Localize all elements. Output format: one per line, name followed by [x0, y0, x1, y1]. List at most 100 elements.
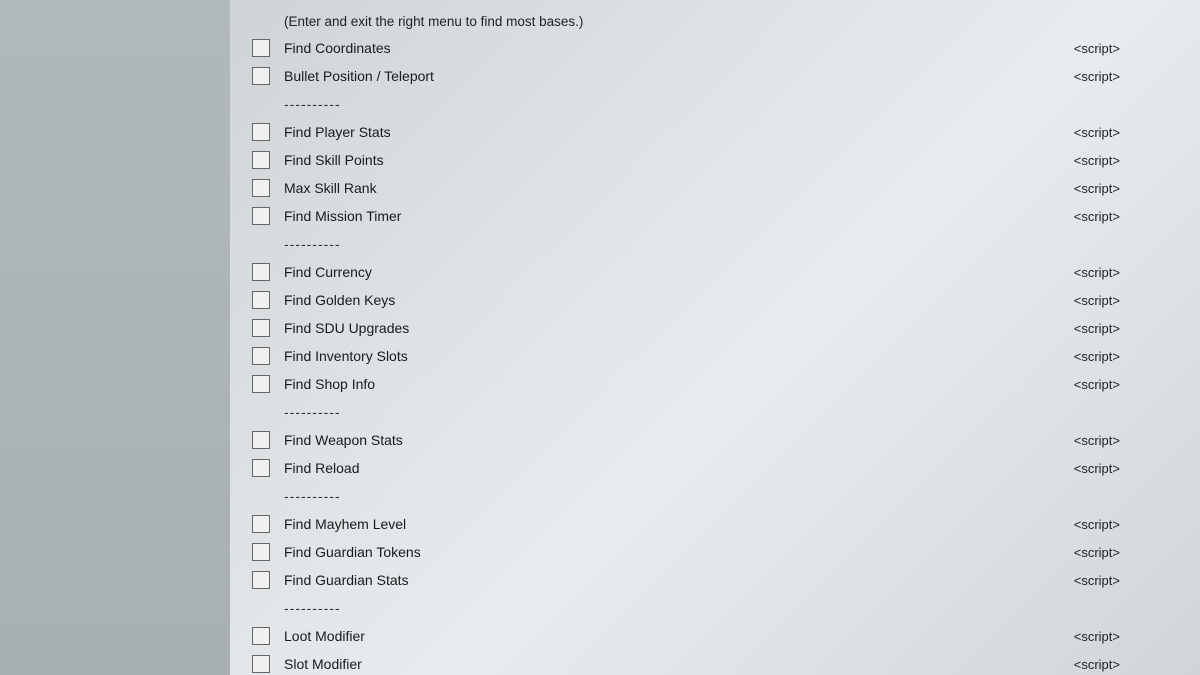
item-script: <script>: [1074, 545, 1180, 560]
item-label: Find Coordinates: [284, 40, 1074, 56]
checkbox-wrapper[interactable]: [250, 317, 272, 339]
items-container: Find Coordinates <script> Bullet Positio…: [250, 34, 1180, 675]
item-label: Find Guardian Stats: [284, 572, 1074, 588]
item-label: Find Weapon Stats: [284, 432, 1074, 448]
list-item: Find Golden Keys <script>: [250, 286, 1180, 314]
item-script: <script>: [1074, 657, 1180, 672]
main-content: (Enter and exit the right menu to find m…: [230, 0, 1200, 675]
checkbox-wrapper[interactable]: [250, 513, 272, 535]
item-script: <script>: [1074, 265, 1180, 280]
list-item: Find Inventory Slots <script>: [250, 342, 1180, 370]
checkbox-wrapper[interactable]: [250, 569, 272, 591]
item-checkbox[interactable]: [252, 123, 270, 141]
item-script: <script>: [1074, 517, 1180, 532]
item-checkbox[interactable]: [252, 655, 270, 673]
item-script: <script>: [1074, 349, 1180, 364]
checkbox-wrapper[interactable]: [250, 289, 272, 311]
item-label: Max Skill Rank: [284, 180, 1074, 196]
separator-row: ----------: [250, 594, 1180, 622]
list-item: Find Mission Timer <script>: [250, 202, 1180, 230]
list-item: Bullet Position / Teleport <script>: [250, 62, 1180, 90]
item-script: <script>: [1074, 41, 1180, 56]
item-checkbox[interactable]: [252, 67, 270, 85]
item-label: Find Guardian Tokens: [284, 544, 1074, 560]
item-label: Find Shop Info: [284, 376, 1074, 392]
list-item: Find Skill Points <script>: [250, 146, 1180, 174]
checkbox-wrapper[interactable]: [250, 429, 272, 451]
item-checkbox[interactable]: [252, 375, 270, 393]
list-item: Find Mayhem Level <script>: [250, 510, 1180, 538]
separator-row: ----------: [250, 230, 1180, 258]
checkbox-wrapper[interactable]: [250, 149, 272, 171]
item-checkbox[interactable]: [252, 291, 270, 309]
item-script: <script>: [1074, 573, 1180, 588]
list-item: Find Guardian Stats <script>: [250, 566, 1180, 594]
item-script: <script>: [1074, 433, 1180, 448]
item-checkbox[interactable]: [252, 319, 270, 337]
item-checkbox[interactable]: [252, 543, 270, 561]
item-label: Find Player Stats: [284, 124, 1074, 140]
separator-text: ----------: [284, 236, 341, 252]
checkbox-wrapper[interactable]: [250, 205, 272, 227]
checkbox-wrapper[interactable]: [250, 541, 272, 563]
separator-row: ----------: [250, 482, 1180, 510]
item-checkbox[interactable]: [252, 39, 270, 57]
item-checkbox[interactable]: [252, 627, 270, 645]
checkbox-wrapper[interactable]: [250, 177, 272, 199]
list-item: Find Currency <script>: [250, 258, 1180, 286]
list-item: Find Weapon Stats <script>: [250, 426, 1180, 454]
list-item: Find Shop Info <script>: [250, 370, 1180, 398]
list-item: Loot Modifier <script>: [250, 622, 1180, 650]
checkbox-wrapper[interactable]: [250, 121, 272, 143]
note-row: (Enter and exit the right menu to find m…: [250, 8, 1180, 34]
separator-text: ----------: [284, 404, 341, 420]
item-checkbox[interactable]: [252, 263, 270, 281]
checkbox-wrapper[interactable]: [250, 37, 272, 59]
item-script: <script>: [1074, 629, 1180, 644]
separator-checkbox-placeholder: [250, 233, 272, 255]
item-label: Bullet Position / Teleport: [284, 68, 1074, 84]
item-checkbox[interactable]: [252, 151, 270, 169]
checkbox-wrapper[interactable]: [250, 261, 272, 283]
list-item: Max Skill Rank <script>: [250, 174, 1180, 202]
item-script: <script>: [1074, 209, 1180, 224]
separator-row: ----------: [250, 398, 1180, 426]
separator-text: ----------: [284, 488, 341, 504]
list-item: Find Coordinates <script>: [250, 34, 1180, 62]
checkbox-wrapper[interactable]: [250, 625, 272, 647]
separator-text: ----------: [284, 96, 341, 112]
left-panel: [0, 0, 230, 675]
separator-text: ----------: [284, 600, 341, 616]
item-checkbox[interactable]: [252, 347, 270, 365]
item-label: Find Mission Timer: [284, 208, 1074, 224]
item-label: Find Currency: [284, 264, 1074, 280]
item-checkbox[interactable]: [252, 571, 270, 589]
list-item: Find SDU Upgrades <script>: [250, 314, 1180, 342]
item-checkbox[interactable]: [252, 431, 270, 449]
item-label: Find Golden Keys: [284, 292, 1074, 308]
item-label: Find Inventory Slots: [284, 348, 1074, 364]
separator-checkbox-placeholder: [250, 485, 272, 507]
item-script: <script>: [1074, 181, 1180, 196]
checkbox-wrapper[interactable]: [250, 457, 272, 479]
list-item: Slot Modifier <script>: [250, 650, 1180, 675]
item-label: Find Skill Points: [284, 152, 1074, 168]
checkbox-wrapper[interactable]: [250, 65, 272, 87]
item-checkbox[interactable]: [252, 515, 270, 533]
separator-checkbox-placeholder: [250, 597, 272, 619]
item-script: <script>: [1074, 461, 1180, 476]
item-script: <script>: [1074, 293, 1180, 308]
item-script: <script>: [1074, 153, 1180, 168]
checkbox-wrapper[interactable]: [250, 653, 272, 675]
item-label: Slot Modifier: [284, 656, 1074, 672]
item-checkbox[interactable]: [252, 207, 270, 225]
item-script: <script>: [1074, 321, 1180, 336]
item-checkbox[interactable]: [252, 179, 270, 197]
separator-row: ----------: [250, 90, 1180, 118]
item-checkbox[interactable]: [252, 459, 270, 477]
separator-checkbox-placeholder: [250, 401, 272, 423]
separator-checkbox-placeholder: [250, 93, 272, 115]
checkbox-wrapper[interactable]: [250, 345, 272, 367]
checkbox-wrapper[interactable]: [250, 373, 272, 395]
note-text: (Enter and exit the right menu to find m…: [284, 14, 583, 29]
